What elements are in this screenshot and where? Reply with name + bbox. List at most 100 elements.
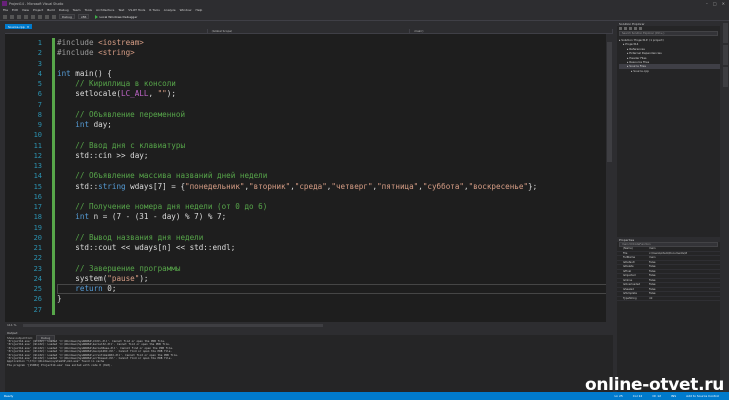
properties-icon[interactable] [639, 27, 642, 30]
menu-item-help[interactable]: Help [195, 8, 202, 12]
menu-item-view[interactable]: View [22, 8, 29, 12]
code-line[interactable]: // Получение номера дня недели (от 0 до … [57, 202, 607, 212]
menu-item-analyze[interactable]: Analyze [164, 8, 176, 12]
property-value[interactable]: c:\Users\Artem\Documents\Vi [647, 252, 720, 256]
open-icon[interactable] [24, 14, 28, 19]
back-icon[interactable] [3, 14, 7, 19]
redo-icon[interactable] [52, 14, 56, 19]
scrollbar-thumb[interactable] [22, 323, 323, 327]
tree-node[interactable]: ▸ Source.cpp [619, 69, 720, 73]
close-tab-icon[interactable]: ✕ [27, 25, 30, 29]
code-line[interactable]: std::cout << wdays[n] << std::endl; [57, 243, 607, 253]
maximize-icon[interactable]: □ [713, 1, 717, 6]
line-number: 4 [37, 69, 42, 78]
property-value[interactable]: False [647, 283, 720, 287]
editor-horizontal-scrollbar[interactable]: 111 % [5, 322, 613, 328]
undo-icon[interactable] [45, 14, 49, 19]
code-line[interactable] [57, 253, 607, 263]
scope-dropdown[interactable]: (Global Scope) [208, 29, 411, 33]
code-line[interactable]: // Объявление переменной [57, 110, 607, 120]
code-line[interactable]: // Завершение программы [57, 264, 607, 274]
property-value[interactable]: False [647, 292, 720, 296]
project-dropdown[interactable] [5, 29, 208, 33]
forward-icon[interactable] [10, 14, 14, 19]
code-line[interactable]: int day; [57, 120, 607, 130]
configuration-select[interactable]: Debug [59, 14, 75, 19]
code-line[interactable] [57, 192, 607, 202]
platform-select[interactable]: x86 [77, 14, 90, 19]
close-icon[interactable]: ✕ [722, 1, 725, 6]
editor-vertical-scrollbar[interactable] [606, 34, 613, 322]
menu-item-file[interactable]: File [3, 8, 8, 12]
code-line[interactable]: std::cin >> day; [57, 151, 607, 161]
rail-tab-team-explorer[interactable] [722, 23, 728, 43]
output-text[interactable]: 'Project14.exe' (Win32): Loaded 'C:\Wind… [5, 340, 613, 367]
code-text[interactable]: #include <iostream> #include <string> int … [57, 38, 607, 315]
menu-item-window[interactable]: Window [180, 8, 192, 12]
menu-item-architecture[interactable]: Architecture [96, 8, 114, 12]
start-debugging-button[interactable]: Local Windows Debugger [92, 14, 140, 19]
menu-item-r-tools[interactable]: R Tools [149, 8, 159, 12]
code-line[interactable]: // Вывод названия дня недели [57, 233, 607, 243]
line-number: 15 [33, 182, 42, 191]
code-line[interactable]: int n = (7 - (31 - day) % 7) % 7; [57, 212, 607, 222]
menu-item-debug[interactable]: Debug [59, 8, 69, 12]
code-line[interactable]: #include <iostream> [57, 38, 607, 48]
menu-item-vs-rt-tools[interactable]: VS-RT Tools [128, 8, 145, 12]
code-line[interactable]: setlocale(LC_ALL, ""); [57, 89, 607, 99]
code-line[interactable] [57, 130, 607, 140]
sync-icon[interactable] [624, 27, 627, 30]
code-token: "пятница" [377, 181, 419, 191]
property-value[interactable]: main [647, 256, 720, 260]
refresh-icon[interactable] [629, 27, 632, 30]
code-line[interactable] [57, 223, 607, 233]
code-line[interactable]: } [57, 294, 607, 304]
property-value[interactable]: False [647, 288, 720, 292]
line-number: 6 [37, 90, 42, 99]
code-line[interactable]: int main() { [57, 69, 607, 79]
rail-tab-toolbox[interactable] [722, 67, 728, 87]
menu-item-project[interactable]: Project [33, 8, 43, 12]
menu-item-test[interactable]: Test [118, 8, 124, 12]
code-editor[interactable]: 1 2 3 4 5 6 7 8 9 10 11 12 13 14 15 16 17 18 19 20 21 22 23 24 2… [5, 34, 613, 322]
property-value[interactable]: False [647, 279, 720, 283]
minimize-icon[interactable]: – [706, 1, 708, 6]
status-text: Ready [4, 394, 14, 398]
property-value[interactable]: False [647, 265, 720, 269]
code-line[interactable]: system("pause"); [57, 274, 607, 284]
menu-item-edit[interactable]: Edit [12, 8, 18, 12]
code-token: int [57, 68, 71, 78]
code-line[interactable] [57, 305, 607, 315]
code-line[interactable]: #include <string> [57, 48, 607, 58]
line-number: 13 [33, 162, 42, 170]
code-line[interactable]: std::string wdays[7] = {"понедельник","в… [57, 182, 607, 192]
property-value[interactable]: False [647, 274, 720, 278]
property-value[interactable]: False [647, 261, 720, 265]
code-line[interactable]: // Объявление массива названий дней неде… [57, 171, 607, 181]
code-line[interactable]: // Кириллица в консоли [57, 79, 607, 89]
code-line[interactable]: return 0; [57, 284, 607, 294]
code-line[interactable]: // Ввод дня с клавиатуры [57, 141, 607, 151]
scrollbar-thumb[interactable] [607, 42, 612, 162]
code-line[interactable] [57, 161, 607, 171]
save-all-icon[interactable] [38, 14, 42, 19]
new-project-icon[interactable] [17, 14, 21, 19]
property-value[interactable]: int [647, 297, 720, 301]
property-value[interactable]: False [647, 270, 720, 274]
rail-tab-server-explorer[interactable] [722, 45, 728, 65]
menu-item-build[interactable]: Build [47, 8, 55, 12]
zoom-level[interactable]: 111 % [7, 323, 17, 327]
code-line[interactable] [57, 100, 607, 110]
menu-item-team[interactable]: Team [73, 8, 81, 12]
home-icon[interactable] [619, 27, 622, 30]
code-line[interactable] [57, 59, 607, 69]
property-value[interactable]: main [647, 247, 720, 251]
member-dropdown[interactable]: main() [410, 29, 614, 33]
save-icon[interactable] [31, 14, 35, 19]
collapse-all-icon[interactable] [634, 27, 637, 30]
menu-item-tools[interactable]: Tools [85, 8, 92, 12]
code-token: <iostream> [98, 38, 144, 47]
property-row[interactable]: TypeString int [617, 297, 720, 301]
